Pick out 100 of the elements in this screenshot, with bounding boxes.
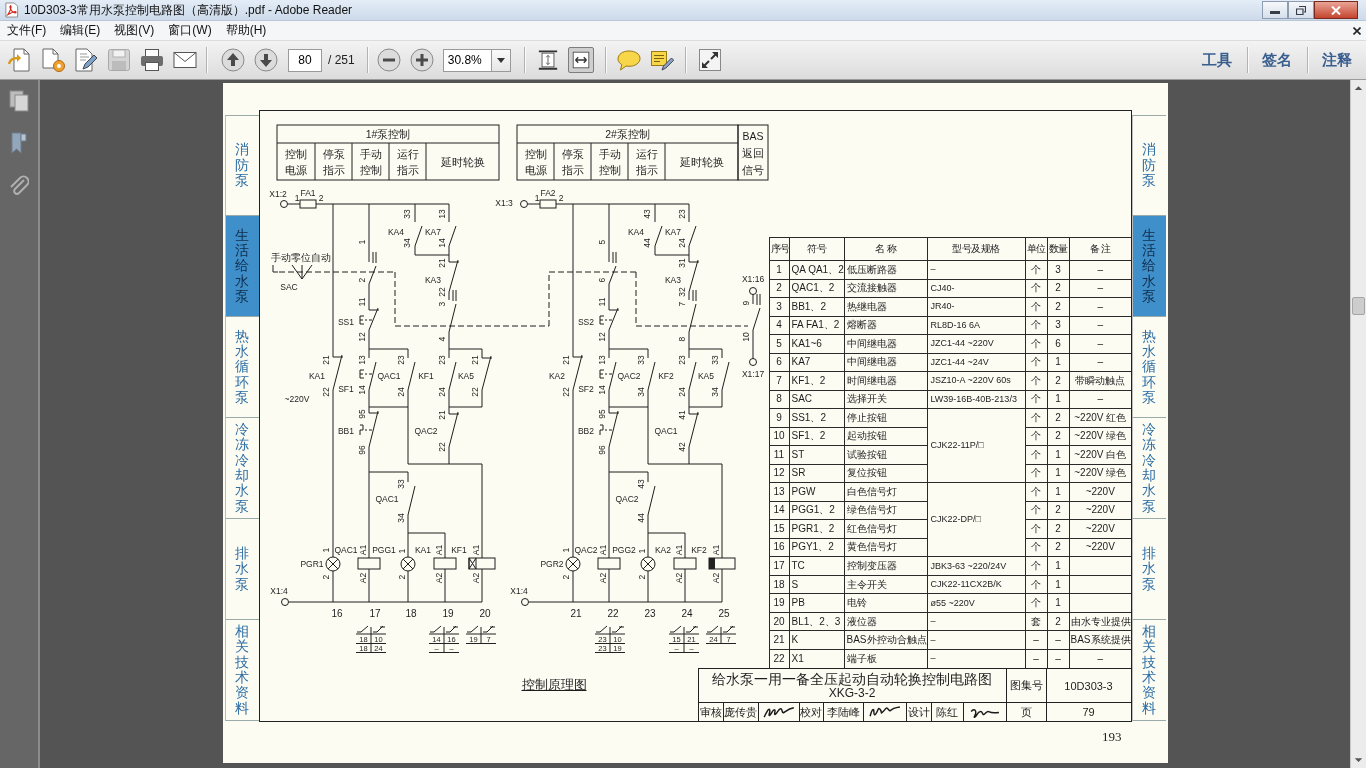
atlas-number-label: 图集号: [1006, 669, 1047, 703]
bookmark-icon[interactable]: [9, 132, 29, 154]
table-cell: BL1、2、3: [789, 612, 844, 631]
note-pen-icon[interactable]: [649, 48, 674, 72]
zoom-field[interactable]: 30.8%: [442, 48, 491, 72]
device-label: QAC2: [614, 494, 639, 504]
contact-number: 13: [436, 209, 447, 219]
window-title: 10D303-3常用水泵控制电路图（高清版）.pdf - Adobe Reader: [24, 1, 353, 19]
document-badge-icon[interactable]: [41, 48, 65, 72]
table-cell: RL8D-16 6A: [927, 316, 1025, 335]
table-cell: 2: [1047, 519, 1069, 539]
contact-number: 2: [318, 193, 323, 203]
menu-item[interactable]: 文件(F): [1, 21, 53, 40]
close-button[interactable]: [1314, 1, 1358, 19]
table-cell: BB1、2: [789, 297, 844, 317]
wire: [448, 291, 449, 301]
column-header: 单位: [1025, 237, 1047, 261]
section-index: 热水循环泵: [224, 317, 259, 418]
relay-coil-icon: [673, 557, 696, 570]
section-index: 排水泵: [1131, 519, 1166, 620]
previous-page-icon[interactable]: [221, 48, 245, 72]
contact-number: A1: [470, 544, 481, 556]
page-number-field[interactable]: 80: [288, 48, 322, 72]
device-label: PGR1: [299, 559, 324, 569]
normally-closed-contact-icon: [448, 259, 459, 293]
pages-icon[interactable]: [9, 90, 29, 112]
minimize-button[interactable]: [1262, 1, 1288, 19]
restore-button[interactable]: [1288, 1, 1314, 19]
section-index: 生活给水泵: [224, 216, 259, 317]
table-cell: 4: [769, 316, 789, 335]
menu-item[interactable]: 编辑(E): [54, 21, 107, 40]
table-cell: –: [1047, 630, 1069, 650]
section-index: 生活给水泵: [1131, 216, 1166, 317]
table-cell: JZC1-44 ~220V: [927, 334, 1025, 354]
contact-number: 44: [641, 238, 652, 248]
table-cell: CJ40-: [927, 279, 1025, 298]
comment-icon[interactable]: [616, 48, 641, 72]
column-header: 名 称: [844, 237, 927, 261]
menu-item[interactable]: 窗口(W): [162, 21, 218, 40]
table-cell: SAC: [789, 390, 844, 409]
zoom-out-icon[interactable]: [376, 48, 401, 72]
voltage-label: ~220V: [284, 394, 309, 404]
paperclip-icon[interactable]: [9, 174, 29, 196]
signal-lamp-icon: [640, 556, 655, 572]
table-cell: PGW: [789, 482, 844, 502]
wire: [527, 203, 540, 205]
contact-number: 21: [436, 410, 447, 420]
document-pencil-icon[interactable]: [74, 48, 98, 72]
page-number: 193: [1102, 729, 1122, 746]
normally-closed-contact-icon: [688, 411, 699, 448]
normally-open-contact-icon: [407, 361, 415, 391]
contact-number: 1: [534, 193, 539, 203]
contact-number: 24: [676, 387, 687, 397]
next-page-icon[interactable]: [254, 48, 278, 72]
contact-number: 44: [635, 513, 646, 523]
terminal-number: 22: [606, 607, 619, 619]
contact-number: A2: [710, 572, 721, 584]
menu-item[interactable]: 帮助(H): [219, 21, 273, 40]
table-cell: 3: [1047, 316, 1069, 335]
device-label: KA1: [308, 371, 325, 381]
table-cell: JZC1-44 ~24V: [927, 353, 1025, 372]
normally-closed-contact-icon: [481, 355, 492, 391]
table-cell: 个: [1025, 353, 1047, 372]
print-icon[interactable]: [140, 48, 164, 72]
device-label: KA3: [664, 275, 681, 285]
terminal-number: 25: [717, 607, 730, 619]
contact-number: 1: [636, 548, 647, 554]
header-cell-label: 手动 控制: [598, 148, 620, 176]
table-cell: 端子板: [844, 649, 927, 668]
contact-number: 4: [436, 336, 447, 342]
pane-button[interactable]: 工具: [1202, 50, 1232, 70]
pane-button[interactable]: 签名: [1262, 50, 1292, 70]
table-cell: 低压断路器: [844, 260, 927, 279]
device-label: KF1: [450, 545, 467, 555]
contact-number: 22: [320, 387, 331, 397]
column-header: 符号: [789, 237, 844, 261]
scrollbar-thumb[interactable]: [1352, 297, 1365, 315]
table-cell: 热继电器: [844, 297, 927, 317]
zoom-in-icon[interactable]: [409, 48, 434, 72]
header-cell-label: 延时轮换: [679, 156, 723, 168]
table-cell: CJK22-DP/□: [927, 482, 1025, 557]
table-cell: 10: [769, 427, 789, 446]
fit-width-icon[interactable]: [567, 47, 594, 73]
table-cell: 个: [1025, 464, 1047, 483]
device-label: KA1: [414, 545, 431, 555]
contact-number: 21: [436, 258, 447, 268]
contact-number: 11: [356, 297, 367, 307]
terminal-icon: [519, 200, 528, 208]
pane-button[interactable]: 注释: [1322, 50, 1352, 70]
contact-number: 34: [709, 387, 720, 397]
table-cell: 控制变压器: [844, 556, 927, 576]
contact-number: 13: [356, 355, 367, 365]
full-screen-icon[interactable]: [697, 48, 722, 72]
menu-item[interactable]: 视图(V): [108, 21, 161, 40]
terminal-number: 17: [368, 607, 381, 619]
table-cell: LW39-16B-40B-213/3: [927, 390, 1025, 409]
contact-number: 11: [596, 297, 607, 307]
contact-number: 42: [676, 442, 687, 452]
zoom-dropdown-button[interactable]: [490, 48, 511, 72]
close-icon[interactable]: [1353, 26, 1361, 35]
